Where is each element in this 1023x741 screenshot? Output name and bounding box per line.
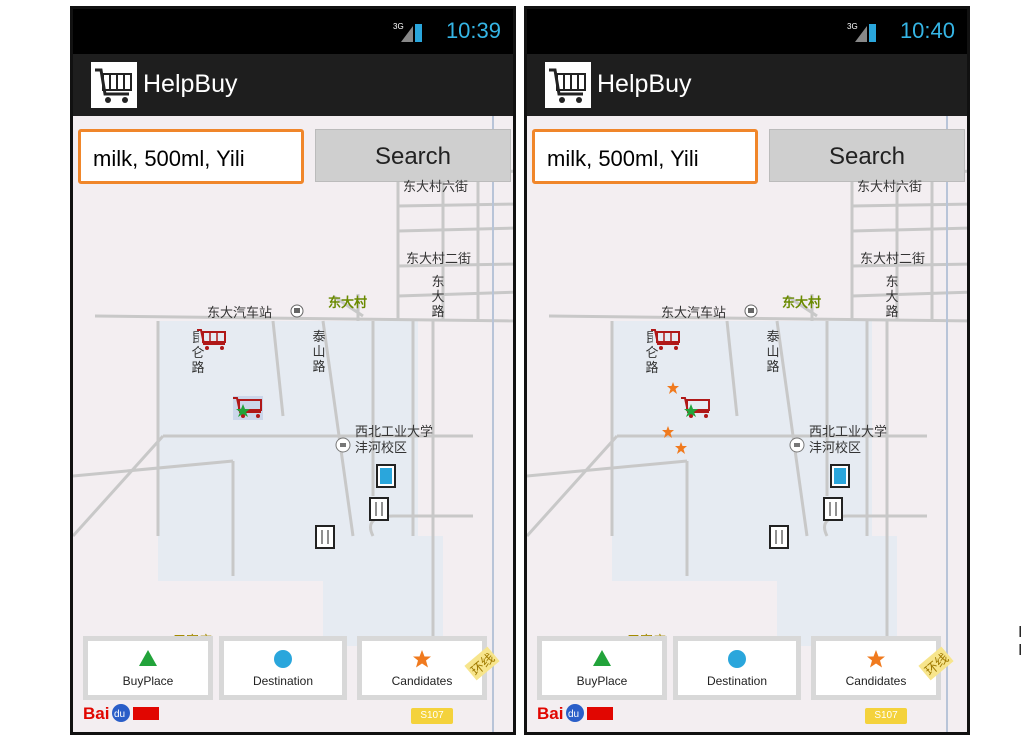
legend-label: Destination — [706, 674, 768, 688]
blue-circle-icon — [274, 650, 292, 668]
buyplace-marker[interactable] — [231, 394, 265, 422]
status-bar: 3G 10:39 — [73, 9, 513, 54]
candidate-star-icon[interactable] — [675, 442, 687, 454]
building-marker[interactable] — [314, 524, 336, 550]
svg-text:Bai: Bai — [537, 704, 563, 723]
buyplace-button[interactable]: BuyPlace — [83, 636, 213, 700]
building-marker[interactable] — [822, 496, 844, 522]
orange-star-icon — [867, 650, 885, 668]
highway-shield: S107 — [865, 708, 907, 724]
legend-label: Candidates — [391, 674, 453, 688]
svg-text:du: du — [114, 709, 125, 720]
map-label-street: 东大村二街 — [406, 251, 472, 266]
legend-label: BuyPlace — [576, 674, 628, 688]
status-clock: 10:39 — [445, 18, 501, 43]
signal-icon: 3G — [847, 22, 876, 42]
university-icon — [789, 437, 805, 453]
svg-text:Bai: Bai — [83, 704, 109, 723]
map-label-street: 东大村六街 — [403, 179, 469, 194]
map-label-street: 东大村二街 — [860, 251, 926, 266]
shopping-cart-app-icon[interactable] — [91, 62, 137, 108]
legend-label: Destination — [252, 674, 314, 688]
phone-screen-left: 3G 10:39 HelpBuy milk, 500ml, Yili Searc… — [70, 6, 516, 735]
map-label-road: 泰山路 — [766, 329, 780, 374]
action-bar: HelpBuy — [527, 54, 967, 116]
candidate-star-icon[interactable] — [662, 426, 674, 438]
map-label-road: 泰山路 — [312, 329, 326, 374]
app-title: HelpBuy — [143, 70, 238, 98]
building-marker[interactable] — [375, 463, 397, 489]
map-view[interactable]: milk, 500ml, Yili Search 东大村六街 东大村二街 东大路… — [73, 116, 513, 732]
svg-text:du: du — [568, 709, 579, 720]
search-button[interactable]: Search — [769, 129, 965, 182]
search-button[interactable]: Search — [315, 129, 511, 182]
signal-icon: 3G — [393, 22, 422, 42]
search-input[interactable]: milk, 500ml, Yili — [532, 129, 758, 184]
map-label-bus-station: 东大汽车站 — [661, 305, 727, 320]
network-type: 3G — [847, 22, 858, 31]
baidu-map-logo: Bai du — [537, 704, 613, 723]
green-triangle-icon — [593, 650, 611, 666]
candidate-star-icon[interactable] — [667, 382, 679, 394]
legend-label: BuyPlace — [122, 674, 174, 688]
search-input[interactable]: milk, 500ml, Yili — [78, 129, 304, 184]
shopping-cart-marker[interactable] — [649, 326, 683, 352]
building-marker[interactable] — [768, 524, 790, 550]
network-type: 3G — [393, 22, 404, 31]
map-label-bus-station: 东大汽车站 — [207, 305, 273, 320]
buyplace-button[interactable]: BuyPlace — [537, 636, 667, 700]
building-marker[interactable] — [368, 496, 390, 522]
buyplace-marker[interactable] — [679, 394, 713, 422]
bus-station-icon — [744, 304, 758, 318]
orange-star-icon — [413, 650, 431, 668]
cropped-caption-text: I I — [1018, 624, 1023, 659]
university-icon — [335, 437, 351, 453]
highway-shield: S107 — [411, 708, 453, 724]
map-label-village: 东大村 — [782, 295, 822, 310]
phone-screen-right: 3G 10:40 HelpBuy milk, 500ml, Yili Searc… — [524, 6, 970, 735]
map-label-university: 西北工业大学沣河校区 — [809, 424, 888, 455]
map-label-road: 东大路 — [885, 274, 899, 319]
shopping-cart-app-icon[interactable] — [545, 62, 591, 108]
status-bar: 3G 10:40 — [527, 9, 967, 54]
app-title: HelpBuy — [597, 70, 692, 98]
map-label-street: 东大村六街 — [857, 179, 923, 194]
shopping-cart-marker[interactable] — [195, 326, 229, 352]
building-marker[interactable] — [829, 463, 851, 489]
legend-label: Candidates — [845, 674, 907, 688]
destination-button[interactable]: Destination — [219, 636, 347, 700]
map-view[interactable]: milk, 500ml, Yili Search 东大村六街 东大村二街 东大路… — [527, 116, 967, 732]
map-label-road: 东大路 — [431, 274, 445, 319]
action-bar: HelpBuy — [73, 54, 513, 116]
green-triangle-icon — [139, 650, 157, 666]
blue-circle-icon — [728, 650, 746, 668]
bus-station-icon — [290, 304, 304, 318]
map-label-village: 东大村 — [328, 295, 368, 310]
destination-button[interactable]: Destination — [673, 636, 801, 700]
baidu-map-logo: Bai du — [83, 704, 159, 723]
map-label-university: 西北工业大学沣河校区 — [355, 424, 434, 455]
status-clock: 10:40 — [899, 18, 955, 43]
